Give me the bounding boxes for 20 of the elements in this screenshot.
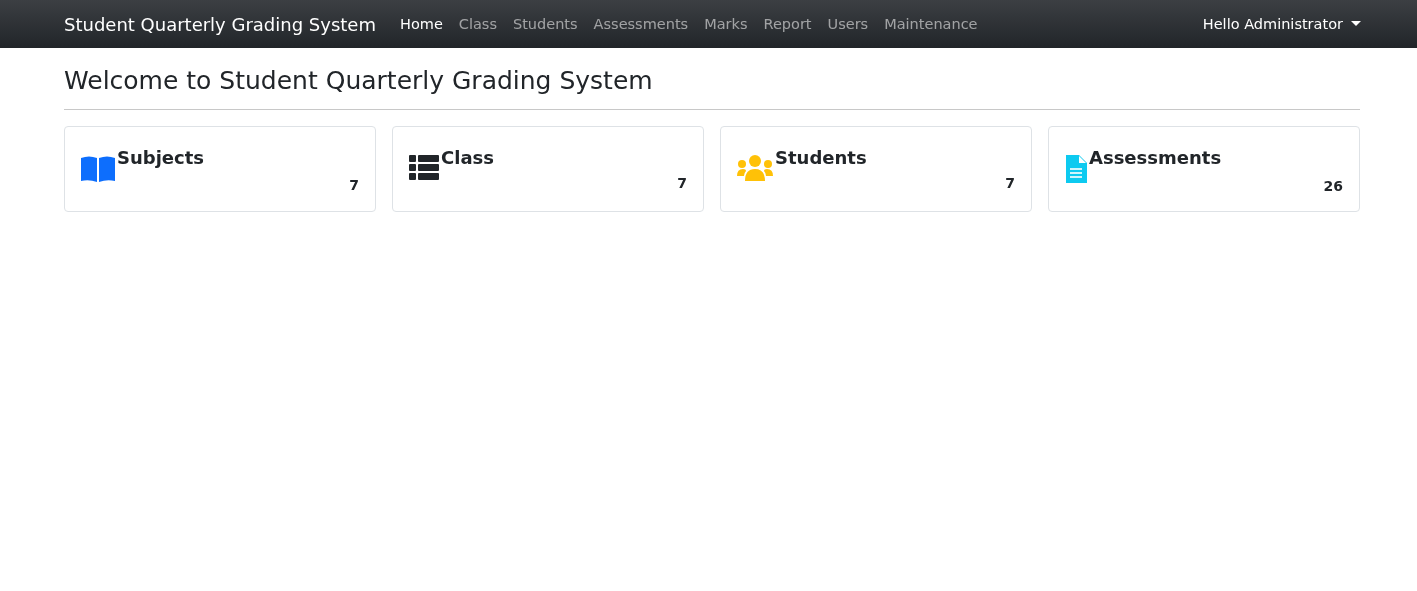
nav-link[interactable]: Assessments	[585, 8, 697, 40]
card-count: 7	[349, 177, 359, 193]
nav-link[interactable]: Maintenance	[876, 8, 986, 40]
nav-link[interactable]: Home	[392, 8, 451, 40]
card-count: 26	[1323, 178, 1343, 194]
nav-link[interactable]: Marks	[696, 8, 756, 40]
user-menu[interactable]: Hello Administrator	[1202, 16, 1361, 32]
card-title: Assessments	[1089, 147, 1222, 168]
card-count: 7	[1005, 175, 1015, 191]
nav-link[interactable]: Students	[504, 8, 586, 40]
brand-title[interactable]: Student Quarterly Grading System	[64, 13, 376, 35]
card-title: Class	[441, 147, 494, 168]
page-heading: Welcome to Student Quarterly Grading System	[64, 66, 1360, 110]
nav-link[interactable]: Report	[755, 8, 820, 40]
caret-icon	[1351, 21, 1361, 27]
nav-link[interactable]: Users	[819, 8, 877, 40]
nav-link[interactable]: Class	[450, 8, 505, 40]
card-title: Students	[775, 147, 867, 168]
card-count: 7	[677, 175, 687, 191]
card-title: Subjects	[117, 147, 205, 168]
